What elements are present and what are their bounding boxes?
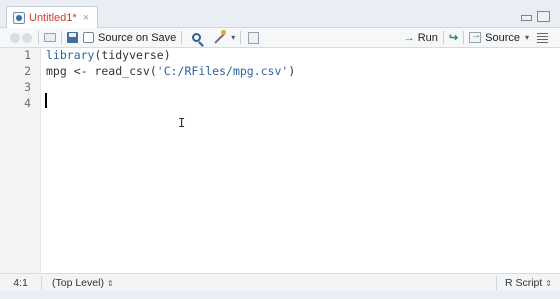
r-file-icon bbox=[13, 12, 25, 24]
line-number: 2 bbox=[24, 64, 31, 78]
toolbar-divider bbox=[240, 31, 242, 44]
toolbar-divider bbox=[442, 31, 444, 44]
editor-tab-strip: Untitled1* × bbox=[0, 0, 560, 29]
toolbar-divider bbox=[181, 31, 183, 44]
updown-icon: ⇕ bbox=[545, 278, 552, 288]
source-icon bbox=[469, 30, 482, 43]
forward-icon[interactable] bbox=[22, 32, 32, 43]
maximize-icon[interactable] bbox=[537, 11, 550, 22]
line-number-gutter: 1 2 3 4 bbox=[0, 48, 41, 273]
mouse-ibeam-cursor: I bbox=[178, 116, 186, 130]
back-icon[interactable] bbox=[10, 32, 20, 43]
file-type-selector[interactable]: R Script ⇕ bbox=[497, 277, 560, 289]
code-keyword: library bbox=[46, 48, 95, 62]
source-label: Source bbox=[485, 31, 520, 44]
source-button[interactable]: Source ▾ bbox=[469, 30, 529, 46]
text-cursor bbox=[45, 93, 47, 108]
code-string: 'C:/RFiles/mpg.csv' bbox=[156, 64, 289, 78]
show-in-window-button[interactable] bbox=[44, 30, 56, 46]
bottom-pane-edge bbox=[0, 291, 560, 299]
notebook-icon bbox=[248, 31, 260, 44]
source-on-save-label: Source on Save bbox=[98, 31, 177, 44]
line-number: 3 bbox=[24, 80, 31, 94]
toolbar-divider bbox=[61, 31, 62, 44]
run-icon: → bbox=[403, 31, 415, 44]
toolbar-divider bbox=[463, 31, 465, 44]
save-button[interactable] bbox=[67, 30, 78, 46]
rerun-icon: ↪ bbox=[448, 32, 459, 44]
compile-report-button[interactable] bbox=[246, 30, 260, 46]
save-icon bbox=[67, 32, 78, 43]
chevron-down-icon[interactable]: ▾ bbox=[525, 33, 529, 42]
tab-title: Untitled1* bbox=[29, 12, 77, 24]
source-on-save-checkbox[interactable] bbox=[83, 32, 94, 43]
code-text: (tidyverse) bbox=[94, 48, 171, 62]
run-button[interactable]: → Run bbox=[404, 30, 438, 46]
code-text: ) bbox=[288, 64, 296, 78]
close-icon[interactable]: × bbox=[83, 12, 89, 24]
minimize-icon[interactable] bbox=[520, 11, 533, 22]
code-editor[interactable]: 1 2 3 4 library(tidyverse) mpg <- read_c… bbox=[0, 48, 560, 273]
toolbar-divider bbox=[38, 31, 39, 44]
line-number: 4 bbox=[24, 96, 31, 110]
code-text: mpg <- read_csv( bbox=[46, 64, 157, 78]
cursor-position: 4:1 bbox=[13, 276, 28, 289]
editor-tab[interactable]: Untitled1* × bbox=[6, 6, 99, 29]
code-tools-button[interactable]: ▾ bbox=[213, 30, 235, 46]
editor-toolbar: Source on Save ▾ → Run ↪ Source ▾ bbox=[0, 28, 560, 48]
magic-wand-icon bbox=[214, 31, 226, 44]
rerun-button[interactable]: ↪ bbox=[449, 30, 458, 46]
scope-selector[interactable]: (Top Level) ⇕ bbox=[42, 277, 496, 289]
scope-label: (Top Level) bbox=[52, 276, 104, 289]
line-number: 1 bbox=[24, 48, 31, 62]
updown-icon: ⇕ bbox=[106, 278, 114, 288]
show-in-window-icon bbox=[44, 33, 56, 42]
editor-status-bar: 4:1 (Top Level) ⇕ R Script ⇕ bbox=[0, 273, 560, 291]
file-type-label: R Script bbox=[504, 276, 543, 289]
document-outline-icon[interactable] bbox=[537, 32, 548, 43]
chevron-down-icon: ▾ bbox=[231, 33, 236, 42]
run-label: Run bbox=[417, 31, 438, 44]
source-on-save-toggle[interactable]: Source on Save bbox=[83, 30, 176, 46]
window-buttons bbox=[520, 11, 550, 22]
search-icon bbox=[192, 33, 202, 42]
code-line[interactable]: library(tidyverse) bbox=[46, 48, 171, 62]
find-button[interactable] bbox=[190, 30, 202, 46]
code-line[interactable]: mpg <- read_csv('C:/RFiles/mpg.csv') bbox=[46, 64, 295, 78]
